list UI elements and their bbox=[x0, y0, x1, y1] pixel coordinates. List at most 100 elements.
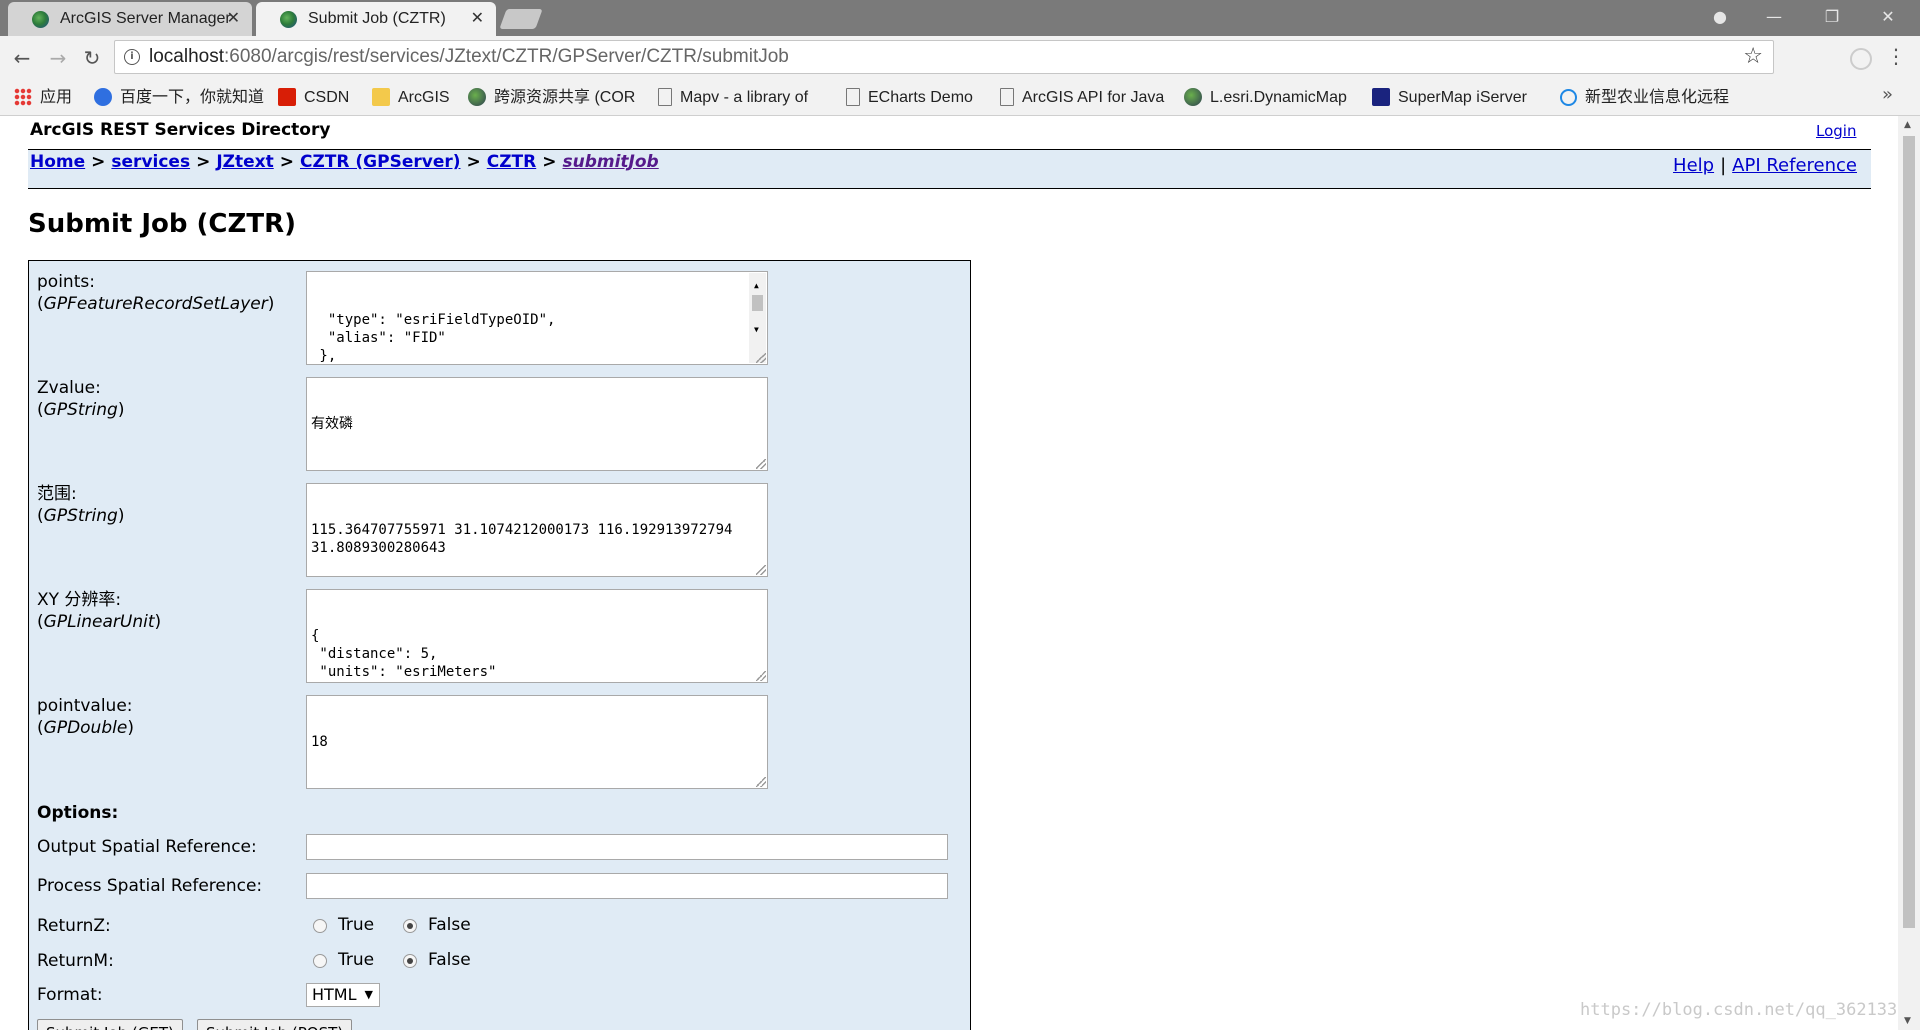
page-viewport: ArcGIS REST Services Directory Login Hom… bbox=[0, 116, 1898, 1030]
close-icon[interactable]: ✕ bbox=[227, 2, 240, 36]
breadcrumb-services[interactable]: services bbox=[111, 152, 190, 172]
output-sr-input[interactable] bbox=[306, 834, 948, 860]
scroll-down-icon[interactable]: ▼ bbox=[1904, 1016, 1911, 1026]
login-link[interactable]: Login bbox=[1816, 122, 1856, 140]
extent-textarea[interactable]: 115.364707755971 31.1074212000173 116.19… bbox=[306, 483, 768, 577]
bookmark-echarts[interactable]: ECharts Demo bbox=[846, 80, 973, 115]
returnm-label: ReturnM: bbox=[37, 951, 114, 971]
process-sr-label: Process Spatial Reference: bbox=[37, 876, 263, 896]
menu-dots-icon[interactable]: ⋮ bbox=[1886, 44, 1906, 68]
output-sr-label: Output Spatial Reference: bbox=[37, 837, 257, 857]
submit-job-get-button[interactable]: Submit Job (GET) bbox=[37, 1019, 183, 1030]
maximize-button[interactable]: ❐ bbox=[1810, 4, 1854, 30]
param-label-points: points: (GPFeatureRecordSetLayer) bbox=[37, 272, 275, 314]
bookmark-arcgis[interactable]: ArcGIS bbox=[372, 80, 450, 115]
globe-icon bbox=[468, 88, 486, 106]
resize-grip-icon[interactable] bbox=[756, 777, 766, 787]
profile-icon[interactable]: ● bbox=[1698, 4, 1742, 30]
help-link[interactable]: Help bbox=[1673, 155, 1714, 176]
apps-grid-icon bbox=[14, 88, 32, 106]
submit-job-form: points: (GPFeatureRecordSetLayer) "type"… bbox=[28, 260, 971, 1030]
bookmark-arcgis-api-java[interactable]: ArcGIS API for Java bbox=[1000, 80, 1164, 115]
breadcrumb-jztext[interactable]: JZtext bbox=[216, 152, 273, 172]
submit-job-post-button[interactable]: Submit Job (POST) bbox=[197, 1019, 353, 1030]
returnm-false-radio[interactable] bbox=[403, 954, 417, 968]
resize-grip-icon[interactable] bbox=[756, 459, 766, 469]
param-label-zvalue: Zvalue: (GPString) bbox=[37, 378, 125, 420]
scroll-up-icon[interactable]: ▲ bbox=[1904, 120, 1911, 130]
tab-strip: ArcGIS Server Manager ✕ Submit Job (CZTR… bbox=[0, 0, 1920, 36]
zvalue-textarea[interactable]: 有效磷 bbox=[306, 377, 768, 471]
new-tab-button[interactable] bbox=[499, 9, 543, 29]
bookmark-nongye[interactable]: 新型农业信息化远程 bbox=[1560, 80, 1729, 115]
textarea-scrollbar[interactable]: ▲ ▼ bbox=[749, 273, 766, 363]
resize-grip-icon[interactable] bbox=[756, 353, 766, 363]
watermark: https://blog.csdn.net/qq_36213352 bbox=[1580, 1000, 1898, 1020]
bookmarks-bar: 应用 百度一下，你就知道 CSDN ArcGIS 跨源资源共享 (COR Map… bbox=[0, 80, 1920, 116]
bookmark-cors[interactable]: 跨源资源共享 (COR bbox=[468, 80, 635, 115]
api-reference-link[interactable]: API Reference bbox=[1732, 155, 1857, 176]
breadcrumb-gpserver[interactable]: CZTR (GPServer) bbox=[300, 152, 461, 172]
bookmark-baidu[interactable]: 百度一下，你就知道 bbox=[94, 80, 264, 115]
scroll-up-icon[interactable]: ▲ bbox=[754, 277, 759, 295]
page-scrollbar[interactable]: ▲ ▼ bbox=[1898, 116, 1920, 1030]
returnz-false-radio[interactable] bbox=[403, 919, 417, 933]
param-label-extent: 范围: (GPString) bbox=[37, 484, 125, 526]
minimize-button[interactable]: — bbox=[1752, 4, 1796, 30]
resize-grip-icon[interactable] bbox=[756, 565, 766, 575]
scroll-down-icon[interactable]: ▼ bbox=[754, 321, 759, 339]
bookmark-star-icon[interactable]: ☆ bbox=[1743, 41, 1763, 73]
scroll-thumb[interactable] bbox=[752, 295, 763, 311]
browser-toolbar: ← → ↻ i localhost:6080/arcgis/rest/servi… bbox=[0, 36, 1920, 80]
format-label: Format: bbox=[37, 985, 103, 1005]
breadcrumb-home[interactable]: Home bbox=[30, 152, 85, 172]
info-icon[interactable]: i bbox=[124, 49, 140, 65]
returnm-true-label: True bbox=[338, 950, 375, 970]
scroll-thumb[interactable] bbox=[1903, 136, 1915, 928]
bookmark-csdn[interactable]: CSDN bbox=[278, 80, 349, 115]
bookmark-esri-dynamicmap[interactable]: L.esri.DynamicMap bbox=[1184, 80, 1347, 115]
returnm-true-radio[interactable] bbox=[313, 954, 327, 968]
returnz-true-radio[interactable] bbox=[313, 919, 327, 933]
more-bookmarks-icon[interactable]: » bbox=[1882, 84, 1893, 105]
bookmark-apps[interactable]: 应用 bbox=[14, 80, 72, 115]
page-icon bbox=[846, 88, 860, 106]
back-arrow-icon[interactable]: ← bbox=[8, 44, 36, 72]
directory-title: ArcGIS REST Services Directory bbox=[30, 120, 331, 140]
breadcrumb-cztr[interactable]: CZTR bbox=[487, 152, 537, 172]
xy-resolution-textarea[interactable]: { "distance": 5, "units": "esriMeters" } bbox=[306, 589, 768, 683]
param-label-pointvalue: pointvalue: (GPDouble) bbox=[37, 696, 134, 738]
arcgis-globe-icon bbox=[32, 11, 49, 28]
help-links: Help | API Reference bbox=[1673, 155, 1857, 176]
tab-arcgis-server-manager[interactable]: ArcGIS Server Manager ✕ bbox=[8, 2, 252, 36]
bookmark-mapv[interactable]: Mapv - a library of bbox=[658, 80, 808, 115]
resize-grip-icon[interactable] bbox=[756, 671, 766, 681]
reload-icon[interactable]: ↻ bbox=[78, 44, 106, 72]
url-text[interactable]: localhost:6080/arcgis/rest/services/JZte… bbox=[149, 41, 789, 73]
close-window-button[interactable]: ✕ bbox=[1866, 4, 1910, 30]
forward-arrow-icon[interactable]: → bbox=[44, 44, 72, 72]
close-icon[interactable]: ✕ bbox=[471, 2, 484, 36]
breadcrumb-submitjob[interactable]: submitJob bbox=[563, 152, 659, 172]
chevron-down-icon: ▼ bbox=[364, 988, 373, 1001]
process-sr-input[interactable] bbox=[306, 873, 948, 899]
tab-submit-job[interactable]: Submit Job (CZTR) ✕ bbox=[256, 2, 496, 36]
page-icon bbox=[1000, 88, 1014, 106]
format-select[interactable]: HTML ▼ bbox=[306, 983, 380, 1007]
folder-icon bbox=[372, 88, 390, 106]
bookmark-supermap[interactable]: SuperMap iServer bbox=[1372, 80, 1527, 115]
points-textarea[interactable]: "type": "esriFieldTypeOID", "alias": "FI… bbox=[306, 271, 768, 365]
pointvalue-textarea[interactable]: 18 bbox=[306, 695, 768, 789]
extension-icon[interactable] bbox=[1850, 48, 1872, 70]
globe-icon bbox=[1184, 88, 1202, 106]
supermap-icon bbox=[1372, 88, 1390, 106]
tab-title: Submit Job (CZTR) bbox=[308, 10, 446, 27]
returnz-label: ReturnZ: bbox=[37, 916, 111, 936]
returnz-false-label: False bbox=[428, 915, 471, 935]
ie-icon bbox=[1560, 89, 1577, 106]
arcgis-globe-icon bbox=[280, 11, 297, 28]
address-bar[interactable]: i localhost:6080/arcgis/rest/services/JZ… bbox=[114, 40, 1774, 74]
breadcrumb-bar: Home > services > JZtext > CZTR (GPServer) > CZT… bbox=[28, 149, 1871, 189]
returnm-false-label: False bbox=[428, 950, 471, 970]
returnz-true-label: True bbox=[338, 915, 375, 935]
